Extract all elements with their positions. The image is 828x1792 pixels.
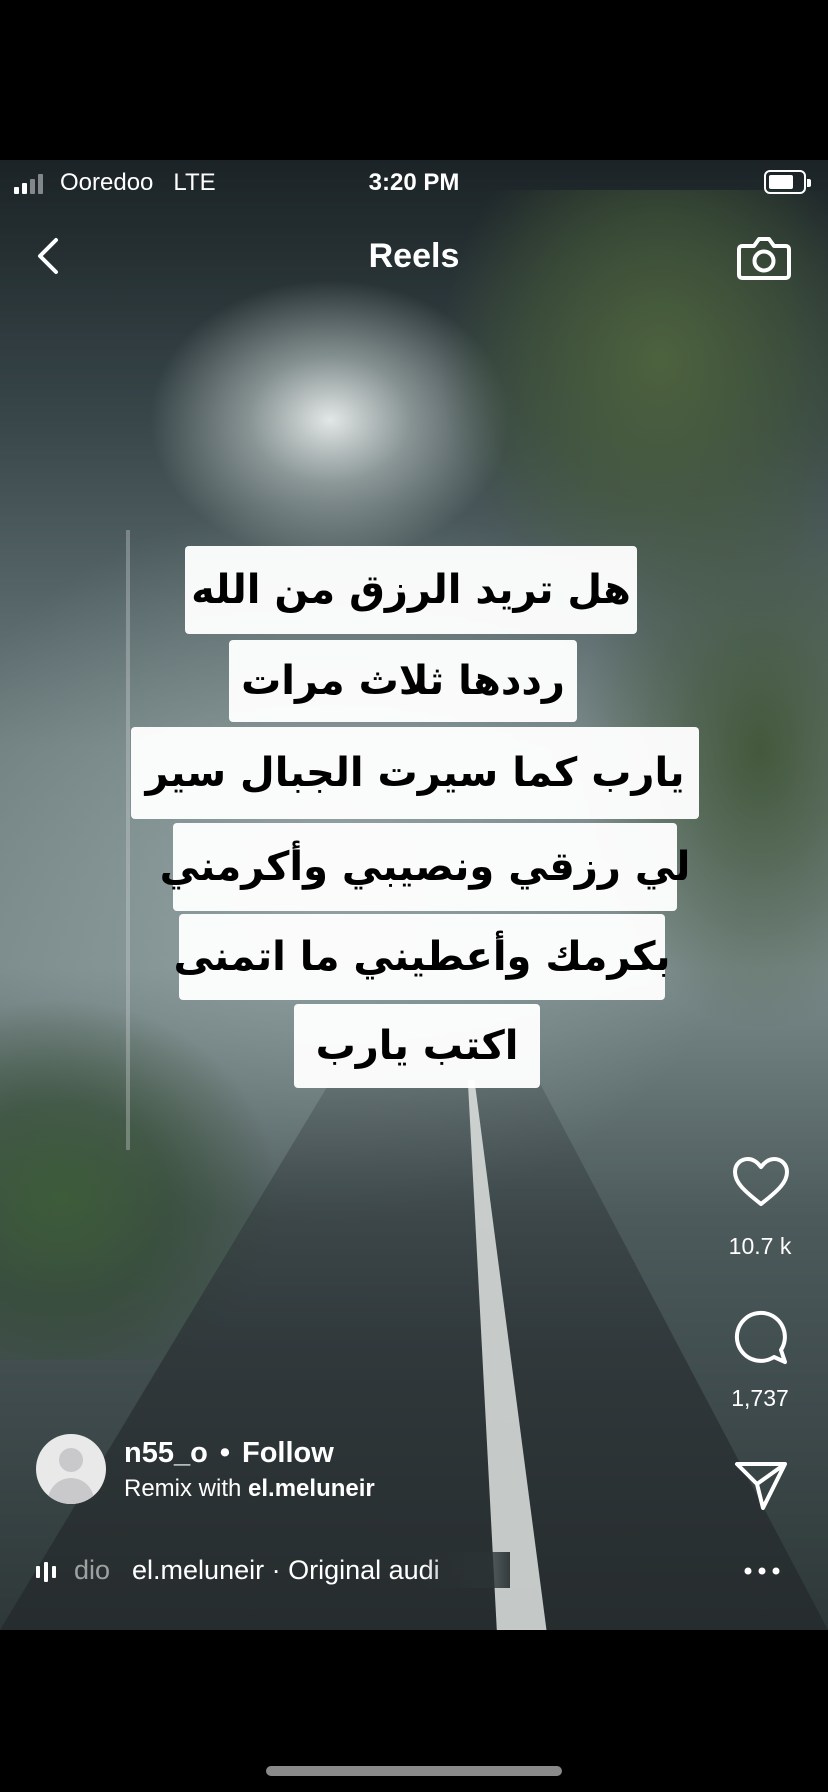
remix-user-link[interactable]: el.meluneir — [248, 1475, 375, 1502]
battery-icon — [764, 170, 811, 194]
camera-button[interactable] — [734, 230, 794, 286]
street-pole — [126, 530, 130, 1150]
tree-foliage — [380, 190, 828, 1090]
audio-bars-icon — [36, 1561, 66, 1582]
separator-dot: • — [219, 1437, 230, 1469]
comment-count: 1,737 — [731, 1385, 789, 1411]
more-options-button[interactable] — [740, 1556, 784, 1586]
remix-line[interactable]: Remix with el.meluneir — [124, 1474, 375, 1504]
camera-icon — [737, 237, 791, 280]
audio-label: el.meluneir · Original audi — [132, 1555, 440, 1585]
comment-icon — [734, 1310, 787, 1364]
share-icon — [735, 1462, 787, 1510]
audio-scrolling-fragment: dio — [74, 1555, 111, 1585]
top-letterbox — [0, 0, 828, 160]
username-link[interactable]: n55_o — [124, 1437, 208, 1469]
status-time: 3:20 PM — [368, 169, 460, 196]
like-button[interactable] — [716, 1154, 806, 1210]
heart-icon — [733, 1157, 789, 1206]
comment-button[interactable] — [716, 1308, 806, 1368]
home-indicator[interactable] — [266, 1766, 562, 1776]
share-button[interactable] — [716, 1458, 806, 1514]
post-user-line: n55_o • Follow — [124, 1436, 334, 1470]
avatar[interactable] — [36, 1434, 106, 1504]
page-title: Reels — [368, 237, 460, 275]
like-count: 10.7 k — [728, 1233, 792, 1259]
follow-button[interactable]: Follow — [242, 1437, 334, 1469]
remix-prefix: Remix with — [124, 1475, 242, 1502]
more-icon — [744, 1567, 780, 1575]
audio-fade-mask — [420, 1552, 510, 1588]
